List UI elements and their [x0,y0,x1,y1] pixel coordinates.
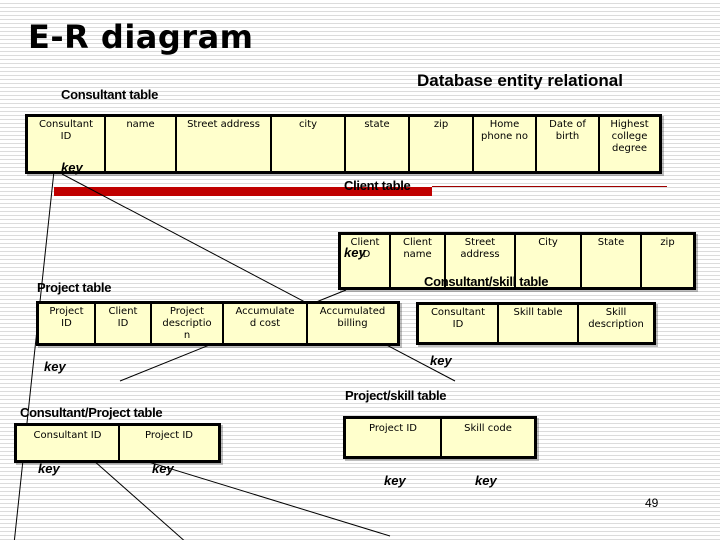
column-skill-table: Skill table [499,305,579,342]
key-label: key [344,245,366,260]
consultant-skill-table: Consultant ID Skill table Skill descript… [416,302,656,345]
key-label: key [38,461,60,476]
column-state: State [582,235,642,287]
project-skill-table: Project ID Skill code [343,416,537,459]
consultant-project-table: Consultant ID Project ID [14,423,221,463]
column-zip: zip [410,117,474,171]
column-consultant-id: Consultant ID [17,426,120,460]
column-highest-degree: Highest college degree [610,119,649,154]
column-accumulated-cost: Accumulate d cost [224,304,308,343]
column-client-id: Client ID [96,304,152,343]
column-zip: zip [660,237,675,248]
consultant-table: Consultant ID name Street address city s… [25,114,662,174]
column-city: city [272,117,346,171]
project-table-label: Project table [37,280,112,295]
key-label: key [44,359,66,374]
consultant-project-table-label: Consultant/Project table [20,405,163,420]
column-state: state [346,117,410,171]
key-label: key [61,160,83,175]
column-project-id: Project ID [39,304,96,343]
client-table-label: Client table [344,178,411,193]
column-client-id: Client ID [341,235,391,287]
column-home-phone: Home phone no [474,117,537,171]
column-date-of-birth: Date of birth [537,117,600,171]
page-number: 49 [645,496,659,510]
key-label: key [384,473,406,488]
column-consultant-id: Consultant ID [419,305,499,342]
relationship-line [13,170,55,540]
column-accumulated-billing: Accumulated billing [319,306,386,329]
consultant-table-label: Consultant table [61,87,159,102]
column-skill-description: Skill description [588,307,644,330]
column-project-id: Project ID [144,430,194,441]
consultant-skill-table-label: Consultant/skill table [424,274,549,289]
key-label: key [475,473,497,488]
column-street-address: Street address [177,117,272,171]
column-skill-code: Skill code [464,423,512,434]
column-project-id: Project ID [346,419,442,456]
key-label: key [430,353,452,368]
project-table: Project ID Client ID Project descriptio … [36,301,400,346]
project-skill-table-label: Project/skill table [345,388,447,403]
key-label: key [152,461,174,476]
column-project-description: Project descriptio n [152,304,224,343]
column-name: name [106,117,177,171]
